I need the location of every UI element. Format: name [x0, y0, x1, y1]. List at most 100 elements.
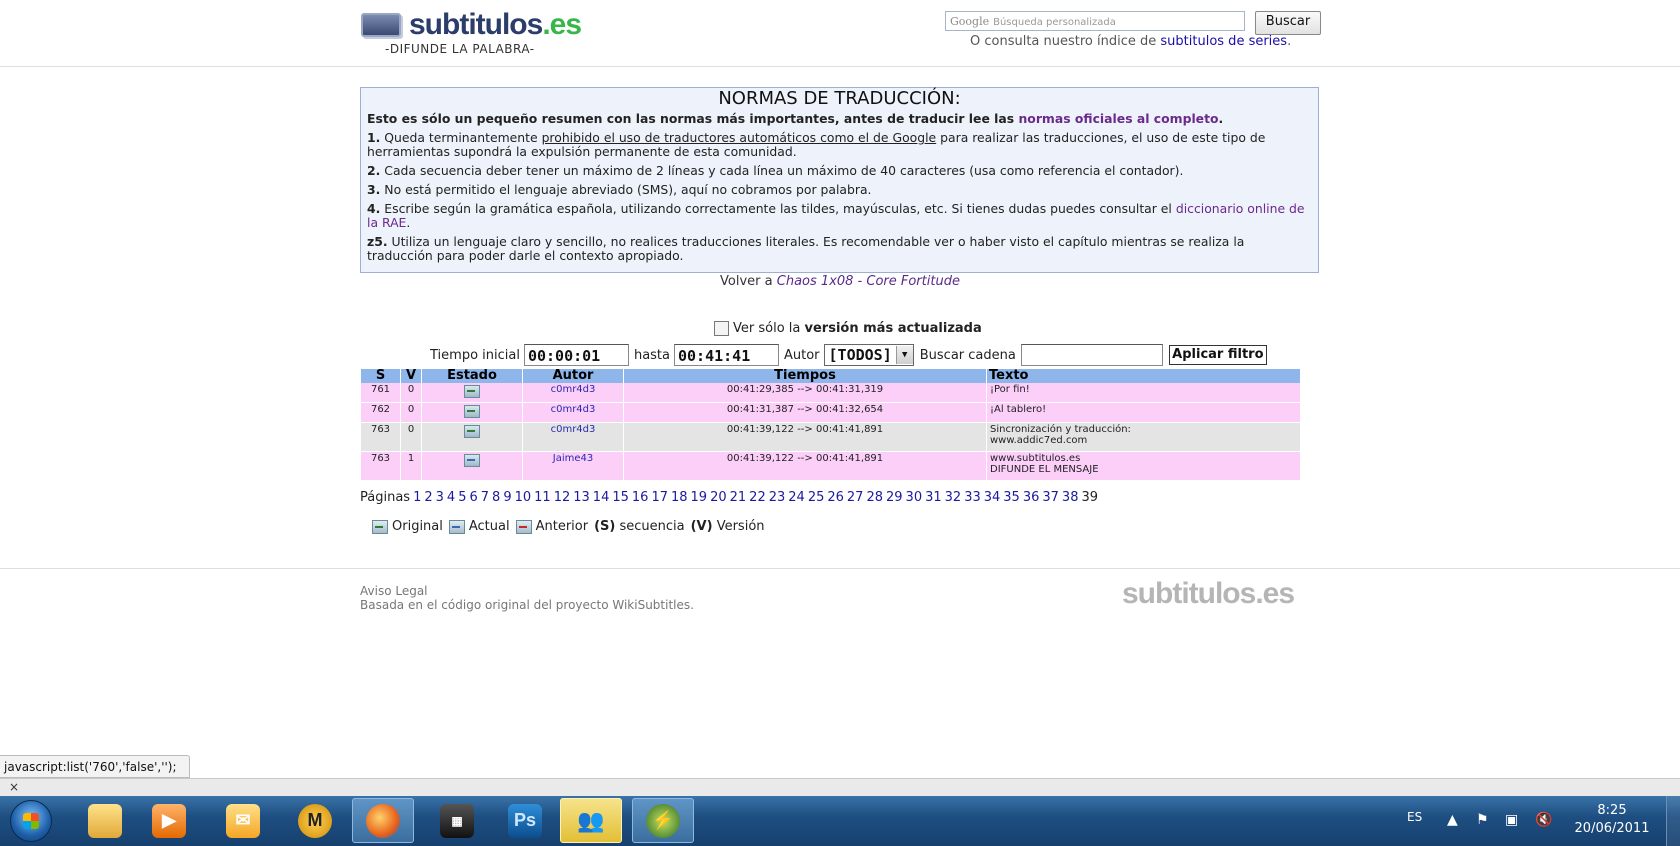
- col-v: V: [400, 369, 422, 383]
- page-link[interactable]: 4: [447, 490, 455, 505]
- page-link[interactable]: 15: [612, 490, 629, 505]
- taskbar-photoshop[interactable]: Ps: [494, 798, 556, 843]
- page-link[interactable]: 36: [1023, 490, 1040, 505]
- page-link[interactable]: 3: [436, 490, 444, 505]
- tiempo-label: Tiempo inicial: [430, 347, 520, 363]
- hasta-label: hasta: [633, 347, 670, 363]
- taskbar-firefox[interactable]: [352, 798, 414, 843]
- show-desktop-button[interactable]: [1666, 796, 1680, 846]
- page-link[interactable]: 17: [651, 490, 668, 505]
- tiempo-inicial-input[interactable]: 00:00:01: [523, 344, 629, 366]
- table-row[interactable]: 761 0 c0mr4d3 00:41:29,385 --> 00:41:31,…: [361, 383, 1301, 403]
- actual-status-icon[interactable]: [464, 454, 480, 467]
- page-link[interactable]: 12: [554, 490, 571, 505]
- page-link[interactable]: 1: [413, 490, 421, 505]
- page-link[interactable]: 37: [1042, 490, 1059, 505]
- apply-filter-button[interactable]: Aplicar filtro: [1168, 345, 1267, 365]
- author-link[interactable]: c0mr4d3: [551, 404, 596, 415]
- page-link[interactable]: 7: [481, 490, 489, 505]
- rule-1: 1. Queda terminantemente prohibido el us…: [367, 131, 1312, 159]
- original-status-icon[interactable]: [464, 425, 480, 438]
- network-icon[interactable]: ▣: [1505, 812, 1518, 828]
- page-link[interactable]: 33: [964, 490, 981, 505]
- taskbar-subtitle-tool[interactable]: ▦: [426, 798, 488, 843]
- cell-estado: [421, 422, 523, 452]
- taskbar-explorer[interactable]: [74, 798, 136, 843]
- page-link[interactable]: 26: [827, 490, 844, 505]
- aviso-legal-link[interactable]: Aviso Legal: [360, 584, 428, 598]
- tray-chevron-up-icon[interactable]: ▲: [1447, 812, 1458, 828]
- page-link[interactable]: 11: [534, 490, 551, 505]
- page-link[interactable]: 20: [710, 490, 727, 505]
- page-link[interactable]: 14: [593, 490, 610, 505]
- rule-4: 4. Escribe según la gramática española, …: [367, 202, 1312, 230]
- cell-texto[interactable]: www.subtitulos.es DIFUNDE EL MENSAJE: [986, 451, 1301, 481]
- page-link[interactable]: 6: [469, 490, 477, 505]
- page-link[interactable]: 19: [691, 490, 708, 505]
- taskbar: ▶ ✉ M ▦ Ps 👥 ⚡ ES ▲ ⚑ ▣ 🔇 8:25 20/06/201…: [0, 796, 1680, 846]
- page-link[interactable]: 27: [847, 490, 864, 505]
- page-link[interactable]: 16: [632, 490, 649, 505]
- author-link[interactable]: c0mr4d3: [551, 424, 596, 435]
- original-status-icon[interactable]: [464, 385, 480, 398]
- latest-version-option: Ver sólo la versión más actualizada: [714, 321, 982, 336]
- original-status-icon[interactable]: [464, 405, 480, 418]
- legend: Original Actual Anterior (S) secuencia (…: [372, 519, 771, 534]
- page-link[interactable]: 30: [906, 490, 923, 505]
- volume-muted-icon[interactable]: 🔇: [1535, 812, 1552, 828]
- latest-version-checkbox[interactable]: [714, 321, 729, 336]
- page-link[interactable]: 32: [945, 490, 962, 505]
- page-link[interactable]: 38: [1062, 490, 1079, 505]
- normas-oficiales-link[interactable]: normas oficiales al completo: [1018, 111, 1218, 126]
- page-link[interactable]: 5: [458, 490, 466, 505]
- taskbar-outlook[interactable]: ✉: [212, 798, 274, 843]
- site-logo[interactable]: subtitulos.es: [361, 8, 582, 42]
- search-button[interactable]: Buscar: [1255, 11, 1321, 35]
- episode-link[interactable]: Chaos 1x08 - Core Fortitude: [777, 274, 960, 289]
- start-button[interactable]: [10, 800, 52, 842]
- page-link[interactable]: 29: [886, 490, 903, 505]
- taskbar-earth-app[interactable]: ⚡: [632, 798, 694, 843]
- page-link[interactable]: 13: [573, 490, 590, 505]
- page-link[interactable]: 35: [1003, 490, 1020, 505]
- page-link[interactable]: 23: [769, 490, 786, 505]
- search-placeholder: Búsqueda personalizada: [993, 17, 1116, 28]
- cell-autor: c0mr4d3: [522, 402, 624, 423]
- texto-line-2: DIFUNDE EL MENSAJE: [990, 464, 1099, 475]
- table-row[interactable]: 762 0 c0mr4d3 00:41:31,387 --> 00:41:32,…: [361, 402, 1301, 423]
- page-link[interactable]: 18: [671, 490, 688, 505]
- normas-intro-text: Esto es sólo un pequeño resumen con las …: [367, 111, 1015, 126]
- page-link[interactable]: 8: [492, 490, 500, 505]
- action-center-flag-icon[interactable]: ⚑: [1476, 812, 1489, 828]
- cell-texto[interactable]: ¡Por fin!: [986, 383, 1301, 403]
- page-link[interactable]: 21: [730, 490, 747, 505]
- legend-v-code: (V): [690, 519, 713, 534]
- page-link[interactable]: 24: [788, 490, 805, 505]
- hasta-input[interactable]: 00:41:41: [674, 344, 779, 366]
- autor-select[interactable]: [TODOS] ▼: [823, 344, 914, 366]
- cell-texto[interactable]: Sincronización y traducción: www.addic7ed…: [986, 422, 1301, 452]
- page-link[interactable]: 34: [984, 490, 1001, 505]
- search-input[interactable]: Google Búsqueda personalizada: [945, 11, 1245, 31]
- cell-texto[interactable]: ¡Al tablero!: [986, 402, 1301, 423]
- series-index-link[interactable]: subtitulos de series: [1160, 34, 1287, 49]
- page-link[interactable]: 9: [503, 490, 511, 505]
- author-link[interactable]: Jaime43: [553, 453, 593, 464]
- page-link[interactable]: 31: [925, 490, 942, 505]
- taskbar-messenger-m[interactable]: M: [284, 798, 346, 843]
- clock[interactable]: 8:25 20/06/2011: [1572, 802, 1652, 838]
- table-row[interactable]: 763 1 Jaime43 00:41:39,122 --> 00:41:41,…: [361, 451, 1301, 481]
- table-row[interactable]: 763 0 c0mr4d3 00:41:39,122 --> 00:41:41,…: [361, 422, 1301, 452]
- page-link[interactable]: 2: [424, 490, 432, 505]
- page-link[interactable]: 10: [515, 490, 532, 505]
- page-link[interactable]: 28: [866, 490, 883, 505]
- footer-credit: Basada en el código original del proyect…: [360, 598, 694, 612]
- page-link[interactable]: 25: [808, 490, 825, 505]
- taskbar-media-player[interactable]: ▶: [138, 798, 200, 843]
- author-link[interactable]: c0mr4d3: [551, 384, 596, 395]
- close-icon[interactable]: ×: [9, 779, 19, 795]
- taskbar-contacts[interactable]: 👥: [560, 798, 622, 843]
- page-link[interactable]: 22: [749, 490, 766, 505]
- language-indicator[interactable]: ES: [1407, 810, 1422, 824]
- buscar-cadena-input[interactable]: [1020, 344, 1163, 366]
